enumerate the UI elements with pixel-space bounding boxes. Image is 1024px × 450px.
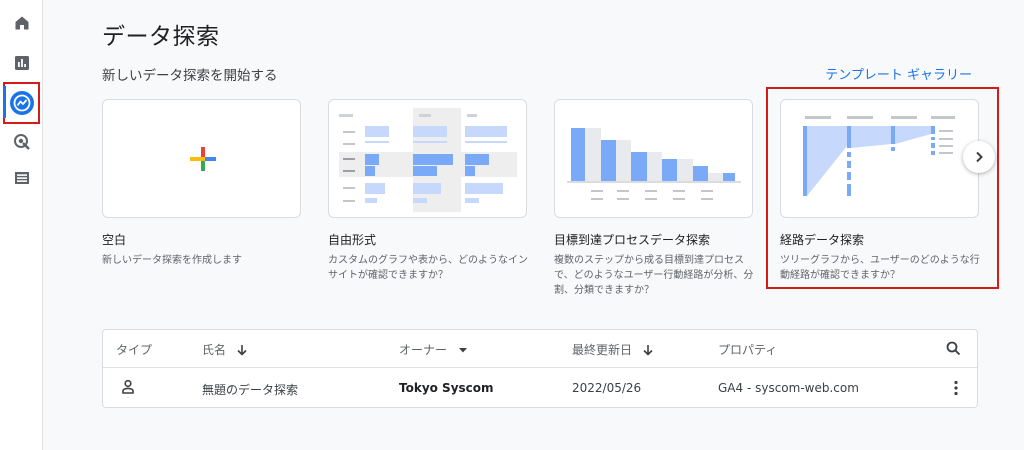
home-icon[interactable]	[0, 8, 43, 38]
column-label-property: プロパティ	[718, 343, 778, 357]
template-description: 複数のステップから成る目標到達プロセスで、どのようなユーザー行動経路が分析、分割…	[554, 255, 754, 296]
template-gallery-link[interactable]: テンプレート ギャラリー	[825, 64, 972, 83]
funnel-chart-illustration	[567, 128, 741, 200]
carousel-next-button[interactable]	[963, 141, 995, 173]
cell-owner: Tokyo Syscom	[399, 381, 494, 395]
configure-icon[interactable]	[0, 163, 43, 193]
column-header-modified[interactable]: 最終更新日	[572, 341, 654, 358]
template-card-freeform[interactable]: 自由形式 カスタムのグラフや表から、どのようなインサイトが確認できますか？	[328, 99, 528, 283]
column-header-property[interactable]: プロパティ	[718, 341, 777, 358]
left-nav-rail	[0, 0, 43, 450]
chevron-right-icon	[976, 151, 983, 163]
template-title: 空白	[102, 233, 127, 247]
cell-name[interactable]: 無題のデータ探索	[202, 381, 298, 398]
more-options-icon[interactable]	[953, 380, 959, 399]
explore-icon[interactable]	[0, 88, 43, 118]
main-content: データ探索 新しいデータ探索を開始する テンプレート ギャラリー 空白 新しいデ…	[43, 0, 1024, 450]
template-title: 自由形式	[328, 233, 377, 247]
cell-property: GA4 - syscom-web.com	[718, 381, 859, 395]
reports-icon[interactable]	[0, 48, 43, 78]
column-header-type[interactable]: タイプ	[116, 341, 152, 358]
page-title: データ探索	[102, 24, 220, 50]
advertising-icon[interactable]	[0, 127, 43, 157]
section-subtitle: 新しいデータ探索を開始する	[102, 68, 278, 84]
dropdown-arrow-icon[interactable]	[457, 344, 469, 356]
template-description: 新しいデータ探索を作成します	[102, 255, 242, 266]
card-highlight-frame	[766, 87, 999, 289]
column-label-owner: オーナー	[399, 343, 448, 357]
explorations-table: タイプ 氏名 オーナー 最終更新日 プロパティ 無題のデータ探索 Tokyo S…	[102, 329, 978, 408]
column-label-type: タイプ	[116, 343, 153, 357]
plus-icon	[190, 147, 216, 171]
column-header-owner[interactable]: オーナー	[399, 341, 469, 358]
table-header: タイプ 氏名 オーナー 最終更新日 プロパティ	[103, 330, 977, 368]
freeform-table-illustration	[339, 108, 517, 212]
cell-modified: 2022/05/26	[572, 381, 642, 395]
template-thumbnail-funnel[interactable]	[554, 99, 753, 218]
template-description: カスタムのグラフや表から、どのようなインサイトが確認できますか？	[328, 255, 528, 281]
arrow-down-icon[interactable]	[642, 344, 654, 356]
template-card-funnel[interactable]: 目標到達プロセスデータ探索 複数のステップから成る目標到達プロセスで、どのような…	[554, 99, 754, 298]
search-icon[interactable]	[946, 341, 961, 356]
arrow-down-icon[interactable]	[236, 344, 248, 356]
template-card-blank[interactable]: 空白 新しいデータ探索を作成します	[102, 99, 302, 268]
table-row[interactable]: 無題のデータ探索 Tokyo Syscom 2022/05/26 GA4 - s…	[103, 369, 977, 408]
template-title: 目標到達プロセスデータ探索	[554, 233, 711, 247]
column-header-name[interactable]: 氏名	[202, 341, 248, 358]
template-thumbnail-freeform[interactable]	[328, 99, 527, 218]
person-icon	[121, 379, 135, 398]
column-label-name: 氏名	[202, 343, 227, 357]
template-thumbnail-blank[interactable]	[102, 99, 301, 218]
column-label-modified: 最終更新日	[572, 343, 633, 357]
